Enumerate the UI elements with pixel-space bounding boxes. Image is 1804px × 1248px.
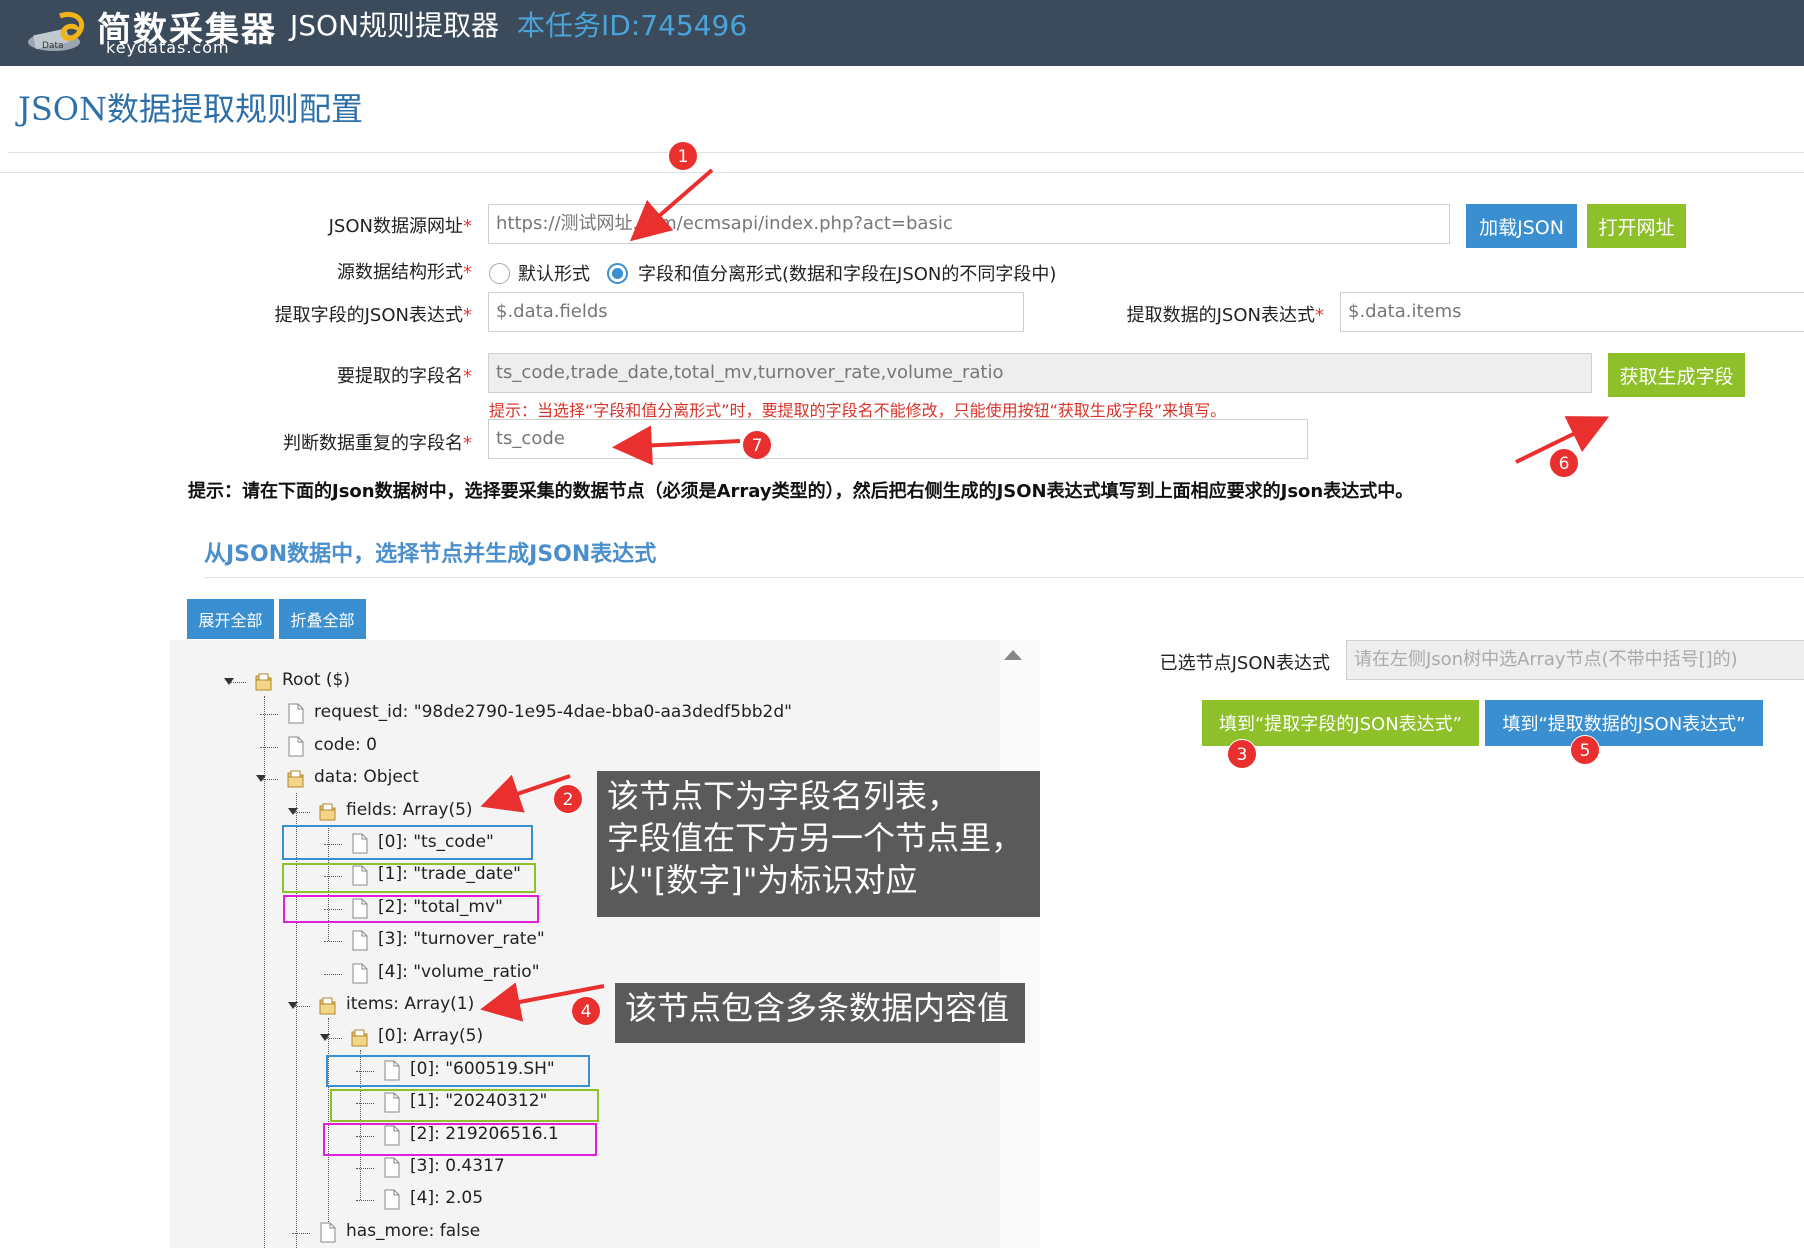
arrow-1 <box>629 168 714 242</box>
badge-2: 2 <box>553 784 583 814</box>
badge-6: 6 <box>1549 448 1579 478</box>
arrow-7 <box>612 425 741 466</box>
badge-1: 1 <box>668 141 698 171</box>
badge-5: 5 <box>1570 735 1600 765</box>
badge-7: 7 <box>742 430 772 460</box>
annotation-arrows <box>480 168 1610 1022</box>
badge-3: 3 <box>1227 739 1257 769</box>
badge-4: 4 <box>571 996 601 1026</box>
